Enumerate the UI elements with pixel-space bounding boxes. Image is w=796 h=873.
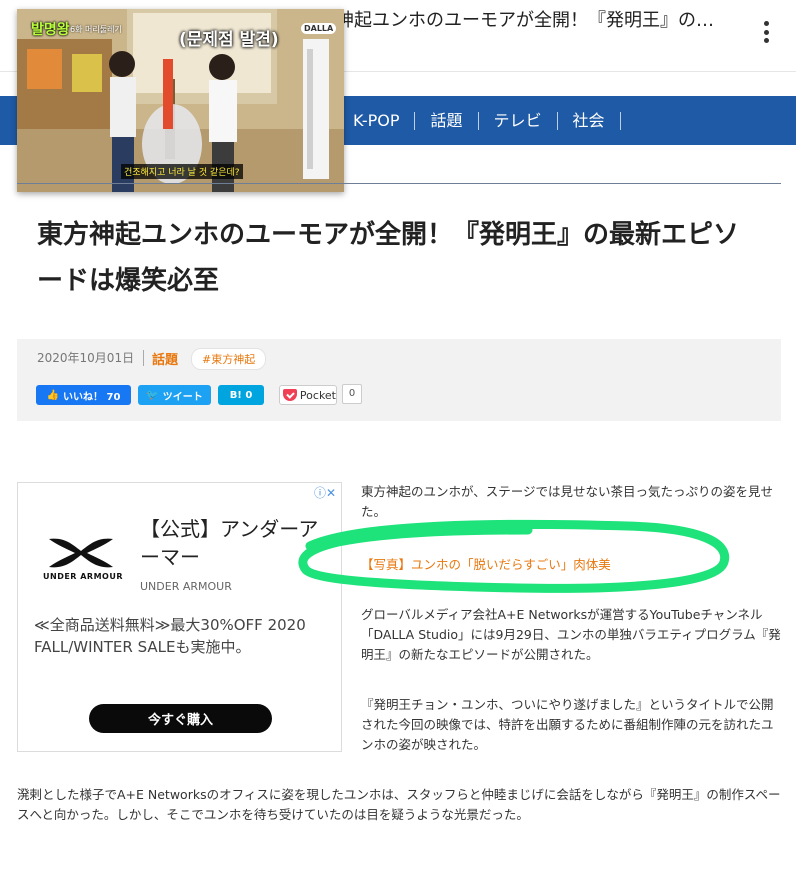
facebook-like-label: いいね！ 70 [63,391,121,403]
video-caption: (문제점 발견) [179,30,279,50]
publish-date: 2020年10月01日 [37,350,145,366]
ad-logo-text: UNDER ARMOUR [43,572,124,581]
pocket-count: 0 [342,384,362,404]
tweet-label: ツイート [162,391,203,403]
nav-item-society[interactable]: 社会 [558,111,621,130]
tag-link[interactable]: #東方神起 [191,348,267,370]
kebab-menu-icon[interactable] [758,18,774,46]
header-title[interactable]: 東方神起ユンホのユーモアが全開！『発明王』の最新エピソードは爆笑必至 [300,8,730,34]
under-armour-logo-icon [49,538,113,568]
floating-video-player[interactable]: 발명왕 6화 머리둘레기 (문제점 발견) DALLA 건조해지고 너라 날 것… [17,9,344,192]
article-paragraph: グローバルメディア会社A+E Networksが運営するYouTubeチャンネル… [361,607,781,662]
article-meta-box: 2020年10月01日 話題 #東方神起 👍 いいね！ 70 🐦 ツイート B!… [17,339,781,421]
pocket-icon [283,389,297,401]
article-headline: 東方神起ユンホのユーモアが全開！『発明王』の最新エピソードは爆笑必至 [37,220,740,296]
thumbs-up-icon: 👍 [46,389,60,401]
nav-item-tv[interactable]: テレビ [479,111,558,130]
ad-buy-now-button[interactable]: 今すぐ購入 [89,704,272,733]
video-episode-label: 6화 머리둘레기 [70,25,122,34]
hatena-bookmark-button[interactable]: B! 0 [218,385,264,405]
advertisement[interactable]: ⓘ✕ UNDER ARMOUR 【公式】アンダーアーマー UNDER ARMOU… [17,482,342,752]
category-link[interactable]: 話題 [152,349,178,368]
article-paragraph: 溌剌とした様子でA+E Networksのオフィスに姿を現したユンホは、スタッフ… [17,787,781,822]
nav-item-kpop[interactable]: K-POP [338,111,416,130]
tweet-button[interactable]: 🐦 ツイート [138,385,211,405]
article-paragraph: 東方神起のユンホが、ステージでは見せない茶目っ気たっぷりの姿を見せた。 [361,484,774,519]
video-subtitle: 건조해지고 너라 날 것 같은데? [121,164,243,179]
ad-choices-icon[interactable]: ⓘ✕ [314,484,336,501]
video-show-logo: 발명왕 [31,22,70,38]
article-paragraph: 『発明王チョン・ユンホ、ついにやり遂げました』というタイトルで公開された今回の映… [361,697,774,752]
facebook-like-button[interactable]: 👍 いいね！ 70 [36,385,131,405]
nav-item-topics[interactable]: 話題 [415,111,479,130]
divider [17,183,781,184]
ad-body: ≪全商品送料無料≫最大30%OFF 2020 FALL/WINTER SALEも… [34,616,306,656]
ad-brand: UNDER ARMOUR [140,580,232,593]
twitter-bird-icon: 🐦 [146,389,159,401]
pocket-button[interactable]: Pocket [279,385,337,405]
green-highlight-annotation [298,519,730,593]
video-brand-badge: DALLA [301,23,337,34]
pocket-label: Pocket [299,388,336,402]
hatena-label: B! 0 [229,389,253,401]
